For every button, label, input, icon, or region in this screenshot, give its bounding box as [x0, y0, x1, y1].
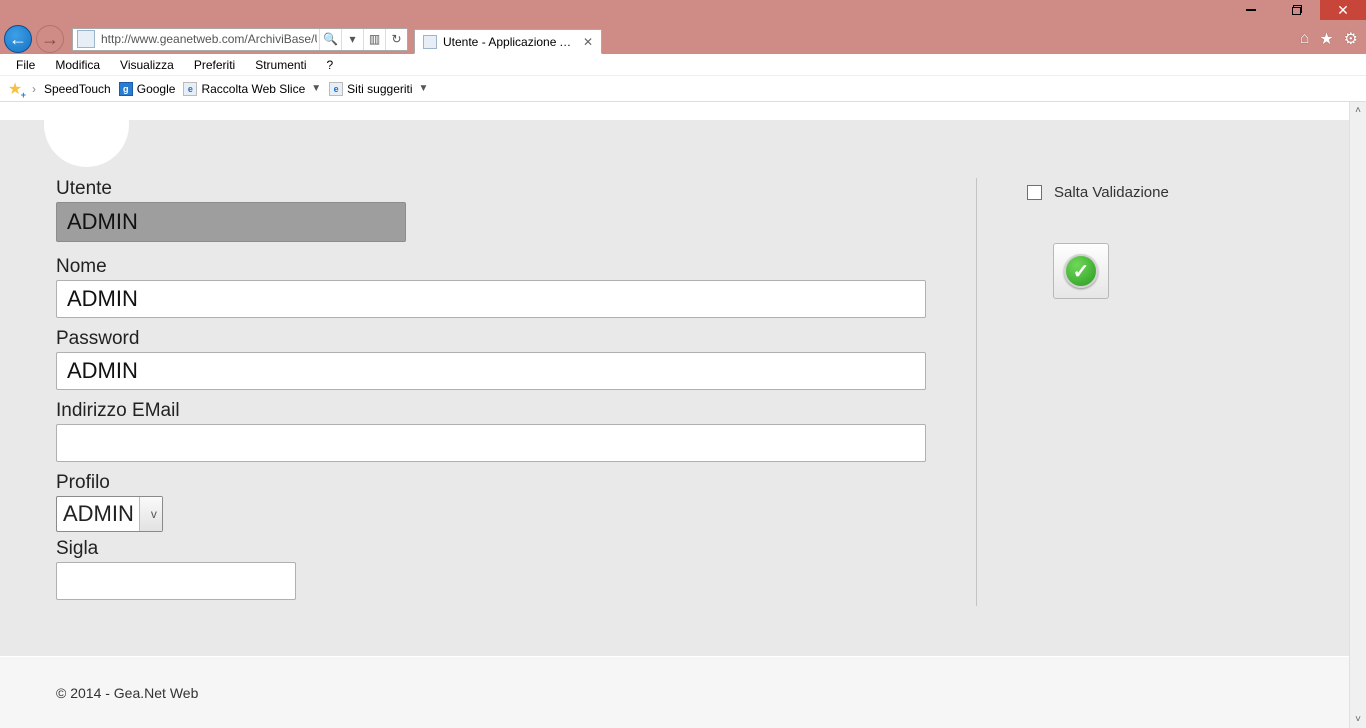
- favorites-chevron-icon[interactable]: ›: [32, 82, 36, 96]
- window-titlebar: ✕: [0, 0, 1366, 24]
- tab-close-button[interactable]: ✕: [583, 35, 593, 49]
- favorites-icon[interactable]: ★: [1319, 29, 1333, 49]
- profilo-select[interactable]: ADMIN v: [56, 496, 163, 532]
- label-email: Indirizzo EMail: [56, 400, 936, 422]
- ie-icon: e: [329, 82, 343, 96]
- webslice-icon: e: [183, 82, 197, 96]
- add-favorite-icon[interactable]: ★: [6, 80, 24, 98]
- url-dropdown-button[interactable]: ▾: [341, 29, 363, 50]
- home-icon[interactable]: ⌂: [1300, 30, 1310, 48]
- chevron-down-icon: ▼: [311, 83, 321, 94]
- content-header-strip: [0, 102, 1349, 120]
- field-email: Indirizzo EMail: [56, 400, 936, 462]
- label-password: Password: [56, 328, 936, 350]
- salta-validazione-row: Salta Validazione: [1027, 184, 1236, 201]
- label-profilo: Profilo: [56, 472, 936, 494]
- vertical-scrollbar[interactable]: ˄ ˅: [1349, 102, 1366, 728]
- fav-label: Google: [137, 82, 176, 96]
- menu-preferiti[interactable]: Preferiti: [184, 55, 245, 75]
- tab-favicon: [423, 35, 437, 49]
- page-content: Utente ADMIN Nome Password Indirizzo EMa…: [0, 102, 1349, 728]
- address-bar: 🔍 ▾ ▥ ↻: [72, 28, 408, 51]
- label-nome: Nome: [56, 256, 936, 278]
- field-profilo: Profilo ADMIN v: [56, 472, 936, 532]
- profilo-value: ADMIN: [63, 501, 134, 527]
- chevron-down-icon: ▼: [419, 83, 429, 94]
- fav-raccolta[interactable]: e Raccolta Web Slice ▼: [183, 82, 321, 96]
- salta-validazione-checkbox[interactable]: [1027, 185, 1042, 200]
- tab-title: Utente - Applicazione ASP....: [443, 35, 573, 49]
- nome-input[interactable]: [56, 280, 926, 318]
- tab-strip: Utente - Applicazione ASP.... ✕: [414, 26, 602, 52]
- user-form: Utente ADMIN Nome Password Indirizzo EMa…: [0, 120, 1349, 606]
- page-viewport: Utente ADMIN Nome Password Indirizzo EMa…: [0, 102, 1366, 728]
- menu-file[interactable]: File: [6, 55, 45, 75]
- chevron-down-icon: v: [151, 507, 157, 521]
- salta-validazione-label: Salta Validazione: [1054, 184, 1169, 201]
- email-input[interactable]: [56, 424, 926, 462]
- fav-label: Siti suggeriti: [347, 82, 412, 96]
- menu-visualizza[interactable]: Visualizza: [110, 55, 184, 75]
- confirm-button[interactable]: ✓: [1053, 243, 1109, 299]
- field-sigla: Sigla: [56, 538, 936, 600]
- fav-siti[interactable]: e Siti suggeriti ▼: [329, 82, 428, 96]
- sigla-input[interactable]: [56, 562, 296, 600]
- url-input[interactable]: [99, 30, 319, 49]
- field-password: Password: [56, 328, 936, 390]
- search-button[interactable]: 🔍: [319, 29, 341, 50]
- window-controls: ✕: [1228, 0, 1366, 24]
- scroll-down-arrow[interactable]: ˅: [1350, 711, 1366, 728]
- page-icon: [77, 30, 95, 48]
- forward-button[interactable]: →: [36, 25, 64, 53]
- fav-label: Raccolta Web Slice: [201, 82, 305, 96]
- menu-help[interactable]: ?: [317, 55, 344, 75]
- scroll-up-arrow[interactable]: ˄: [1350, 102, 1366, 119]
- minimize-button[interactable]: [1228, 0, 1274, 20]
- nav-right-icons: ⌂ ★ ⚙: [1300, 24, 1358, 54]
- label-sigla: Sigla: [56, 538, 936, 560]
- fav-speedtouch[interactable]: SpeedTouch: [44, 82, 111, 96]
- browser-tab[interactable]: Utente - Applicazione ASP.... ✕: [414, 29, 602, 54]
- label-utente: Utente: [56, 178, 936, 200]
- close-button[interactable]: ✕: [1320, 0, 1366, 20]
- menu-bar: File Modifica Visualizza Preferiti Strum…: [0, 54, 1366, 76]
- field-utente: Utente ADMIN: [56, 178, 936, 242]
- back-button[interactable]: ←: [4, 25, 32, 53]
- browser-nav-row: ← → 🔍 ▾ ▥ ↻ Utente - Applicazione ASP...…: [0, 24, 1366, 54]
- fav-google[interactable]: g Google: [119, 82, 176, 96]
- check-icon: ✓: [1064, 254, 1098, 288]
- password-input[interactable]: [56, 352, 926, 390]
- menu-strumenti[interactable]: Strumenti: [245, 55, 316, 75]
- favorites-bar: ★ › SpeedTouch g Google e Raccolta Web S…: [0, 76, 1366, 102]
- google-icon: g: [119, 82, 133, 96]
- page-footer: © 2014 - Gea.Net Web: [0, 656, 1349, 728]
- field-nome: Nome: [56, 256, 936, 318]
- menu-modifica[interactable]: Modifica: [45, 55, 110, 75]
- fav-label: SpeedTouch: [44, 82, 111, 96]
- tools-icon[interactable]: ⚙: [1344, 29, 1358, 49]
- copyright-text: © 2014 - Gea.Net Web: [56, 685, 198, 701]
- refresh-button[interactable]: ↻: [385, 29, 407, 50]
- restore-button[interactable]: [1274, 0, 1320, 20]
- form-left-column: Utente ADMIN Nome Password Indirizzo EMa…: [56, 178, 936, 606]
- form-right-column: Salta Validazione ✓: [976, 178, 1236, 606]
- utente-readonly: ADMIN: [56, 202, 406, 242]
- compat-view-button[interactable]: ▥: [363, 29, 385, 50]
